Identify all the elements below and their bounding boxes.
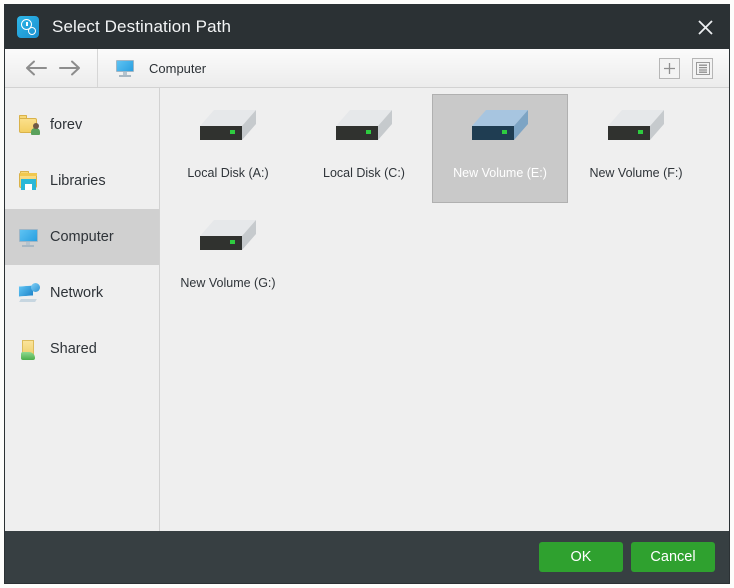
- cancel-button[interactable]: Cancel: [631, 542, 715, 572]
- toolbar-actions: [659, 57, 729, 79]
- list-view-icon[interactable]: [692, 57, 713, 79]
- hard-drive-icon: [194, 212, 262, 264]
- navigation-toolbar: Computer: [5, 49, 729, 88]
- drive-label: Local Disk (C:): [323, 166, 405, 180]
- drive-item[interactable]: New Volume (E:): [432, 94, 568, 203]
- hard-drive-icon: [466, 102, 534, 154]
- select-destination-path-dialog: Select Destination Path Computer forev L…: [5, 5, 729, 583]
- new-folder-button[interactable]: [659, 57, 680, 79]
- sidebar-item-label: Network: [50, 285, 104, 301]
- network-icon: [18, 282, 40, 304]
- forward-button[interactable]: [53, 53, 87, 83]
- computer-icon: [18, 226, 40, 248]
- sidebar-item-label: Shared: [50, 341, 97, 357]
- places-sidebar: forev Libraries Computer Network Shared: [5, 88, 160, 531]
- drive-item[interactable]: New Volume (G:): [160, 204, 296, 313]
- drive-label: New Volume (E:): [453, 166, 547, 180]
- sidebar-item-forev[interactable]: forev: [5, 97, 159, 153]
- shared-folder-icon: [18, 338, 40, 360]
- nav-button-group: [5, 49, 98, 87]
- sidebar-item-libraries[interactable]: Libraries: [5, 153, 159, 209]
- sidebar-item-network[interactable]: Network: [5, 265, 159, 321]
- drive-label: Local Disk (A:): [187, 166, 269, 180]
- breadcrumb-label: Computer: [149, 60, 207, 76]
- sidebar-item-label: Libraries: [50, 173, 106, 189]
- sidebar-item-shared[interactable]: Shared: [5, 321, 159, 377]
- ok-button[interactable]: OK: [539, 542, 623, 572]
- dialog-body: forev Libraries Computer Network Shared …: [5, 88, 729, 531]
- drive-item[interactable]: New Volume (F:): [568, 94, 704, 203]
- user-folder-icon: [18, 114, 40, 136]
- back-button[interactable]: [19, 53, 53, 83]
- clock-gear-icon: [17, 16, 39, 38]
- sidebar-item-computer[interactable]: Computer: [5, 209, 159, 265]
- file-browser-content: Local Disk (A:) Local Disk (C:) New Volu…: [160, 88, 729, 531]
- drive-label: New Volume (G:): [180, 276, 276, 290]
- drive-label: New Volume (F:): [589, 166, 683, 180]
- page-title: Select Destination Path: [52, 17, 232, 36]
- drive-grid: Local Disk (A:) Local Disk (C:) New Volu…: [160, 88, 729, 314]
- sidebar-item-label: Computer: [50, 229, 114, 245]
- dialog-footer: OK Cancel: [5, 531, 729, 583]
- libraries-icon: [18, 170, 40, 192]
- breadcrumb[interactable]: Computer: [98, 49, 659, 87]
- drive-item[interactable]: Local Disk (C:): [296, 94, 432, 203]
- sidebar-item-label: forev: [50, 117, 83, 133]
- drive-item[interactable]: Local Disk (A:): [160, 94, 296, 203]
- hard-drive-icon: [330, 102, 398, 154]
- hard-drive-icon: [194, 102, 262, 154]
- hard-drive-icon: [602, 102, 670, 154]
- close-icon[interactable]: [681, 5, 729, 49]
- computer-icon: [116, 58, 138, 78]
- title-bar: Select Destination Path: [5, 5, 729, 49]
